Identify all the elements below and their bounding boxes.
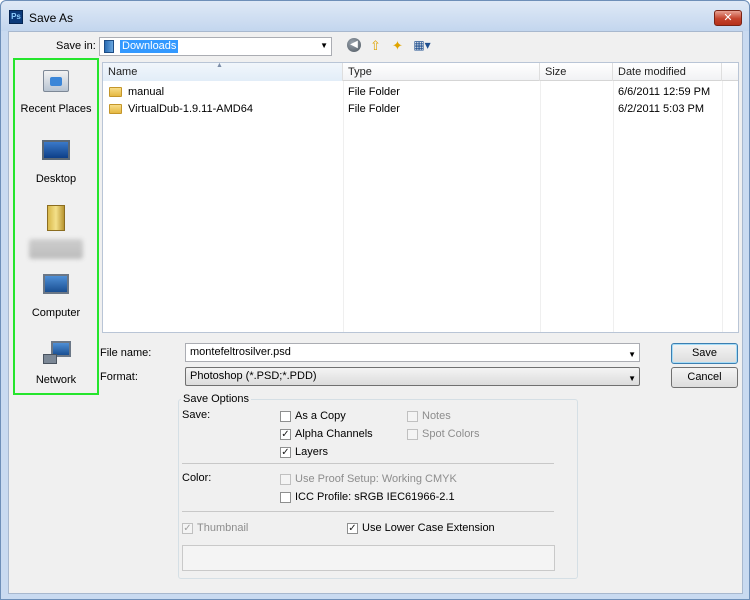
photoshop-app-icon: Ps xyxy=(9,10,23,24)
file-name-cell: manual xyxy=(128,86,165,98)
column-header-size[interactable]: Size xyxy=(540,63,613,81)
save-section-label: Save: xyxy=(182,409,211,421)
network-icon xyxy=(43,341,71,364)
file-row[interactable]: manual File Folder 6/6/2011 12:59 PM xyxy=(103,84,723,100)
new-folder-icon[interactable]: ✦ xyxy=(389,38,406,53)
format-value: Photoshop (*.PSD;*.PDD) xyxy=(190,370,317,382)
close-button[interactable]: ✕ xyxy=(714,10,742,26)
file-date-cell: 6/6/2011 12:59 PM xyxy=(618,86,711,98)
save-in-value: Downloads xyxy=(120,40,179,53)
up-folder-icon[interactable]: ⇧ xyxy=(367,38,384,53)
divider xyxy=(182,511,554,512)
checkbox-box[interactable] xyxy=(407,429,418,440)
save-options-title: Save Options xyxy=(181,393,252,405)
file-name-input[interactable]: montefeltrosilver.psd ▼ xyxy=(185,343,640,362)
place-user-folder[interactable] xyxy=(15,203,97,259)
column-divider xyxy=(722,81,723,332)
file-name-label: File name: xyxy=(100,347,152,359)
place-network[interactable]: Network xyxy=(15,338,97,386)
warning-message-area xyxy=(182,545,555,571)
checkbox-label: As a Copy xyxy=(295,410,346,422)
list-header: Name ▲ Type Size Date modified xyxy=(103,62,738,81)
column-header-name[interactable]: Name xyxy=(103,63,343,81)
checkbox-box[interactable] xyxy=(280,492,291,503)
place-label: Computer xyxy=(31,307,81,319)
computer-icon xyxy=(43,274,69,294)
color-section-label: Color: xyxy=(182,472,212,484)
checkbox-box[interactable] xyxy=(280,411,291,422)
save-in-label: Save in: xyxy=(56,40,96,52)
chevron-down-icon: ▼ xyxy=(628,374,636,383)
checkbox-box[interactable]: ✓ xyxy=(280,429,291,440)
cancel-button[interactable]: Cancel xyxy=(671,367,738,388)
checkbox-box[interactable]: ✓ xyxy=(182,523,193,534)
file-name-value: montefeltrosilver.psd xyxy=(190,346,291,358)
desktop-icon xyxy=(42,140,70,160)
recent-places-icon xyxy=(43,70,69,92)
save-in-dropdown[interactable]: Downloads ▼ xyxy=(99,37,332,56)
chevron-down-icon: ▼ xyxy=(320,41,328,50)
place-computer[interactable]: Computer xyxy=(15,271,97,319)
view-menu-icon[interactable]: ▦▾ xyxy=(409,38,435,53)
checkbox-box[interactable] xyxy=(407,411,418,422)
column-header-date-modified[interactable]: Date modified xyxy=(613,63,722,81)
file-row[interactable]: VirtualDub-1.9.11-AMD64 File Folder 6/2/20… xyxy=(103,101,723,117)
format-dropdown[interactable]: Photoshop (*.PSD;*.PDD) ▼ xyxy=(185,367,640,386)
checkbox-box[interactable]: ✓ xyxy=(347,523,358,534)
place-desktop[interactable]: Desktop xyxy=(15,136,97,185)
place-label: Desktop xyxy=(35,173,77,185)
checkbox-label: Layers xyxy=(295,446,329,458)
checkbox-label: Spot Colors xyxy=(422,428,480,440)
downloads-folder-icon xyxy=(104,40,114,53)
place-label: Recent Places xyxy=(20,103,92,115)
checkbox-label: Use Lower Case Extension xyxy=(362,522,495,534)
redacted-label xyxy=(29,239,83,259)
checkbox-label: Use Proof Setup: Working CMYK xyxy=(295,473,457,485)
places-bar: Recent Places Desktop Computer Network xyxy=(13,58,99,395)
dialog-body: Save in: Downloads ▼ ◀ ⇧ ✦ ▦▾ Recent Pla… xyxy=(8,31,743,594)
folder-icon xyxy=(109,87,122,97)
save-button[interactable]: Save xyxy=(671,343,738,364)
column-divider xyxy=(343,81,344,332)
divider xyxy=(182,463,554,464)
column-header-type[interactable]: Type xyxy=(343,63,540,81)
checkbox-label: ICC Profile: sRGB IEC61966-2.1 xyxy=(295,491,455,503)
checkbox-label: Alpha Channels xyxy=(295,428,373,440)
sort-ascending-icon: ▲ xyxy=(216,62,223,69)
file-name-cell: VirtualDub-1.9.11-AMD64 xyxy=(128,103,253,115)
checkbox-box[interactable] xyxy=(280,474,291,485)
place-recent-places[interactable]: Recent Places xyxy=(15,68,97,115)
user-folder-icon xyxy=(47,205,65,231)
folder-icon xyxy=(109,104,122,114)
file-date-cell: 6/2/2011 5:03 PM xyxy=(618,103,705,115)
format-label: Format: xyxy=(100,371,138,383)
checkbox-label: Notes xyxy=(422,410,451,422)
file-list[interactable]: Name ▲ Type Size Date modified manual Fil… xyxy=(102,62,739,333)
title-bar[interactable]: Ps Save As ✕ xyxy=(1,1,749,31)
checkbox-label: Thumbnail xyxy=(197,522,249,534)
back-icon[interactable]: ◀ xyxy=(347,38,364,53)
checkbox-box[interactable]: ✓ xyxy=(280,447,291,458)
file-type-cell: File Folder xyxy=(348,86,400,98)
chevron-down-icon[interactable]: ▼ xyxy=(628,348,636,361)
place-label: Network xyxy=(35,374,77,386)
save-as-dialog: Ps Save As ✕ Save in: Downloads ▼ ◀ ⇧ ✦ … xyxy=(0,0,750,600)
column-divider xyxy=(613,81,614,332)
file-type-cell: File Folder xyxy=(348,103,400,115)
dialog-title: Save As xyxy=(29,11,74,25)
column-divider xyxy=(540,81,541,332)
